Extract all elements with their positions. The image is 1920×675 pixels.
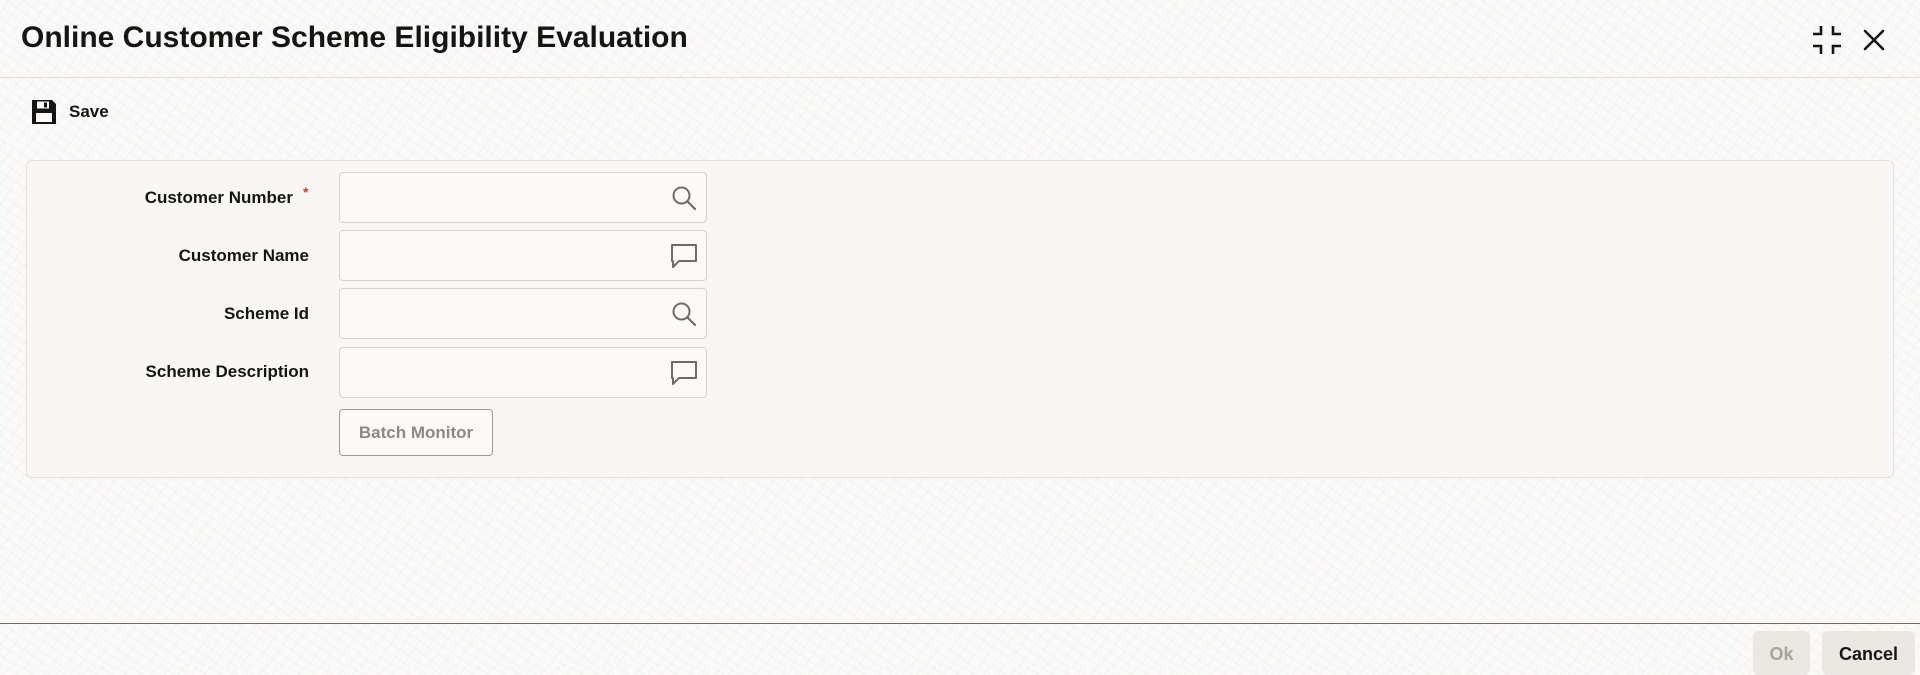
scheme-description-field[interactable] bbox=[339, 347, 707, 398]
scheme-id-label: Scheme Id bbox=[223, 304, 309, 323]
cancel-label: Cancel bbox=[1838, 644, 1899, 664]
save-label: Save bbox=[69, 102, 109, 121]
scheme-id-lookup-button[interactable] bbox=[670, 300, 698, 328]
customer-number-input[interactable] bbox=[340, 173, 650, 222]
customer-number-lookup-button[interactable] bbox=[670, 184, 698, 212]
scheme-description-expand-button[interactable] bbox=[670, 359, 698, 387]
customer-number-field[interactable] bbox=[339, 172, 707, 223]
footer-divider bbox=[0, 623, 1920, 624]
ok-label: Ok bbox=[1769, 644, 1794, 664]
required-indicator: * bbox=[303, 184, 309, 200]
scheme-id-input[interactable] bbox=[340, 289, 650, 338]
scheme-id-field[interactable] bbox=[339, 288, 707, 339]
cancel-button[interactable]: Cancel bbox=[1822, 631, 1915, 675]
batch-monitor-button[interactable]: Batch Monitor bbox=[339, 409, 493, 456]
close-button[interactable] bbox=[1854, 20, 1894, 60]
close-icon bbox=[1863, 29, 1885, 51]
customer-number-label: Customer Number bbox=[144, 188, 293, 207]
page-title: Online Customer Scheme Eligibility Evalu… bbox=[21, 21, 688, 54]
minimize-button[interactable] bbox=[1807, 20, 1847, 60]
compress-icon bbox=[1813, 26, 1841, 54]
save-button[interactable]: Save bbox=[30, 97, 109, 127]
customer-name-expand-button[interactable] bbox=[670, 242, 698, 270]
customer-name-label: Customer Name bbox=[178, 246, 309, 265]
ok-button[interactable]: Ok bbox=[1753, 631, 1810, 675]
customer-name-input[interactable] bbox=[340, 231, 650, 280]
speech-bubble-icon bbox=[671, 361, 697, 385]
customer-name-field[interactable] bbox=[339, 230, 707, 281]
dialog-header: Online Customer Scheme Eligibility Evalu… bbox=[0, 0, 1920, 78]
scheme-description-input[interactable] bbox=[340, 348, 650, 397]
search-icon bbox=[672, 302, 697, 327]
search-icon bbox=[672, 186, 697, 211]
scheme-description-label: Scheme Description bbox=[145, 362, 309, 381]
floppy-disk-icon bbox=[32, 100, 56, 124]
speech-bubble-icon bbox=[671, 244, 697, 268]
